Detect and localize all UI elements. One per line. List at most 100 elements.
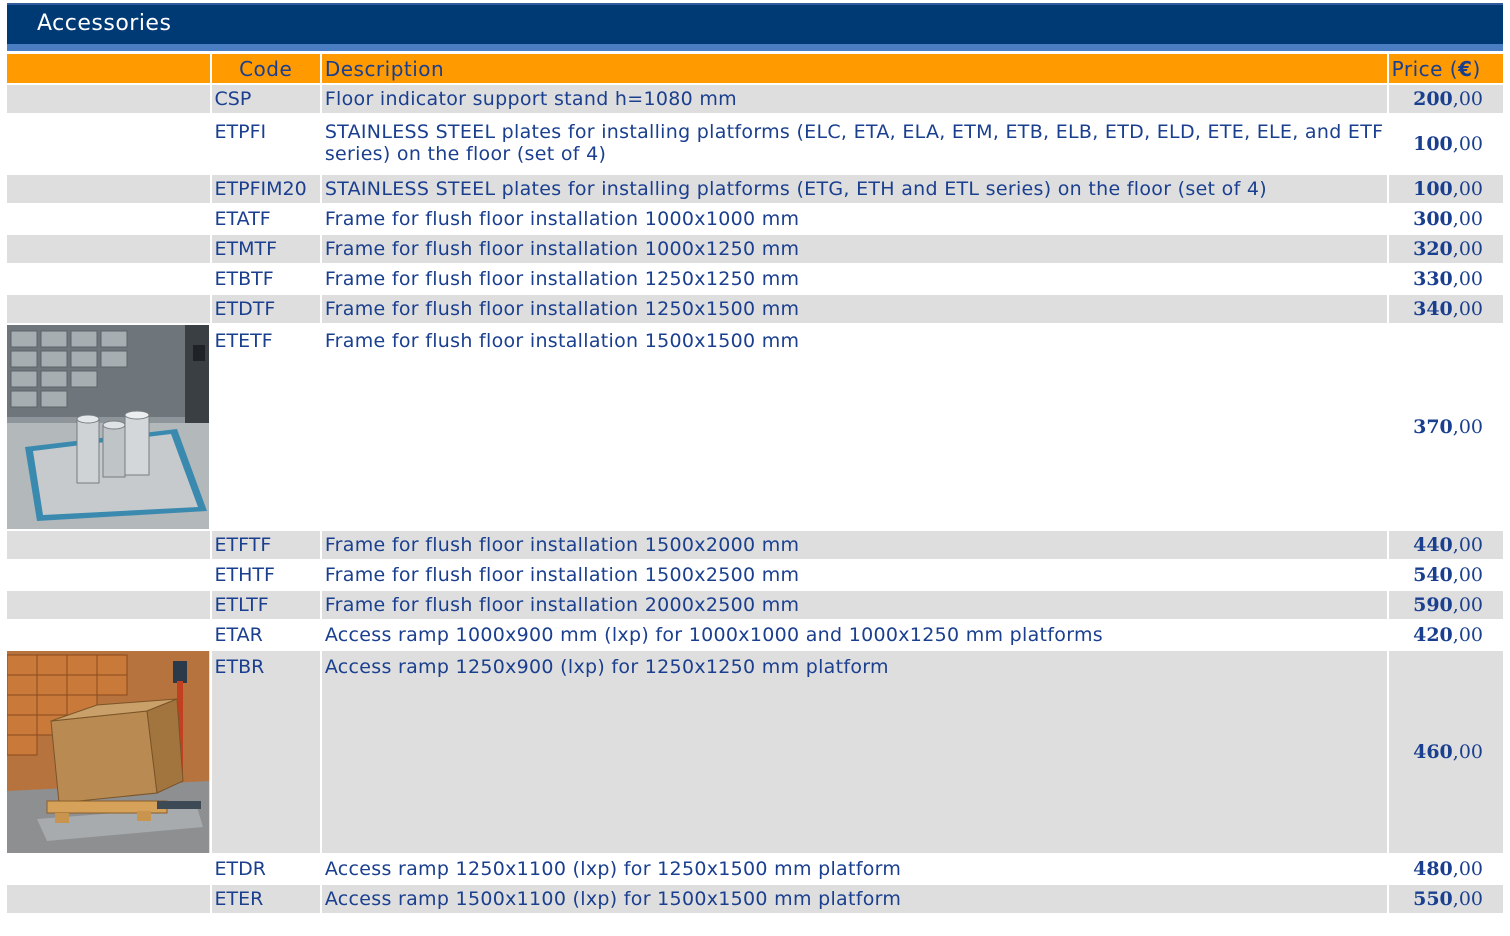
image-cell [7, 621, 210, 649]
description-cell: Frame for flush floor installation 1000x… [321, 235, 1387, 263]
code-cell: ETMTF [211, 235, 320, 263]
code-cell: ETATF [211, 205, 320, 233]
image-cell [7, 235, 210, 263]
price-integer: 440 [1413, 534, 1453, 556]
code-column-header: Code [211, 54, 320, 83]
table-row: ETLTF Frame for flush floor installation… [7, 591, 1503, 619]
price-integer: 370 [1413, 416, 1453, 438]
code-cell: ETPFIM20 [211, 175, 320, 203]
code-cell: ETLTF [211, 591, 320, 619]
price-integer: 300 [1413, 208, 1453, 230]
price-cell: 540,00 [1388, 561, 1503, 589]
header-underline-dark [7, 42, 1503, 44]
table-row: ETPFIM20 STAINLESS STEEL plates for inst… [7, 175, 1503, 203]
image-cell [7, 295, 210, 323]
price-decimal: ,00 [1452, 624, 1483, 646]
description-column-header: Description [321, 54, 1387, 83]
table-row: ETAR Access ramp 1000x900 mm (lxp) for 1… [7, 621, 1503, 649]
price-decimal: ,00 [1452, 88, 1483, 110]
price-label-close: ) [1472, 56, 1481, 81]
price-cell: 200,00 [1388, 85, 1503, 113]
table-row: ETDTF Frame for flush floor installation… [7, 295, 1503, 323]
image-cell [7, 115, 210, 173]
accessories-price-table: Code Description Price (€) CSP Floor ind… [5, 52, 1505, 915]
image-cell [7, 175, 210, 203]
price-decimal: ,00 [1452, 594, 1483, 616]
description-cell: Frame for flush floor installation 1500x… [321, 325, 1387, 529]
price-cell: 440,00 [1388, 531, 1503, 559]
price-integer: 550 [1413, 888, 1453, 910]
price-integer: 330 [1413, 268, 1453, 290]
description-cell: Access ramp 1000x900 mm (lxp) for 1000x1… [321, 621, 1387, 649]
price-cell: 590,00 [1388, 591, 1503, 619]
price-integer: 460 [1413, 741, 1453, 763]
price-decimal: ,00 [1452, 268, 1483, 290]
description-cell: STAINLESS STEEL plates for installing pl… [321, 115, 1387, 173]
price-cell: 100,00 [1388, 175, 1503, 203]
code-cell: ETER [211, 885, 320, 913]
image-cell [7, 855, 210, 883]
price-cell: 340,00 [1388, 295, 1503, 323]
price-integer: 200 [1413, 88, 1453, 110]
code-cell: ETBTF [211, 265, 320, 293]
price-integer: 590 [1413, 594, 1453, 616]
price-decimal: ,00 [1452, 298, 1483, 320]
code-cell: CSP [211, 85, 320, 113]
price-decimal: ,00 [1452, 564, 1483, 586]
table-row: ETBR Access ramp 1250x900 (lxp) for 1250… [7, 651, 1503, 853]
price-decimal: ,00 [1452, 238, 1483, 260]
price-integer: 100 [1413, 133, 1453, 155]
code-cell: ETHTF [211, 561, 320, 589]
price-decimal: ,00 [1452, 208, 1483, 230]
table-row: ETER Access ramp 1500x1100 (lxp) for 150… [7, 885, 1503, 913]
code-cell: ETBR [211, 651, 320, 853]
price-decimal: ,00 [1452, 888, 1483, 910]
image-cell [7, 561, 210, 589]
description-cell: Frame for flush floor installation 2000x… [321, 591, 1387, 619]
price-integer: 420 [1413, 624, 1453, 646]
image-cell [7, 531, 210, 559]
price-cell: 100,00 [1388, 115, 1503, 173]
price-cell: 370,00 [1388, 325, 1503, 529]
price-column-header: Price (€) [1388, 54, 1503, 83]
code-cell: ETDTF [211, 295, 320, 323]
image-cell [7, 885, 210, 913]
section-header: Accessories [7, 5, 1503, 42]
price-label: Price ( [1391, 56, 1459, 81]
description-cell: Floor indicator support stand h=1080 mm [321, 85, 1387, 113]
price-cell: 550,00 [1388, 885, 1503, 913]
price-integer: 320 [1413, 238, 1453, 260]
image-column-header [7, 54, 210, 83]
access-ramp-pallet-photo-icon [7, 651, 210, 853]
price-integer: 480 [1413, 858, 1453, 880]
description-cell: Frame for flush floor installation 1250x… [321, 265, 1387, 293]
table-row: ETATF Frame for flush floor installation… [7, 205, 1503, 233]
price-cell: 300,00 [1388, 205, 1503, 233]
table-row: ETFTF Frame for flush floor installation… [7, 531, 1503, 559]
description-cell: Access ramp 1250x900 (lxp) for 1250x1250… [321, 651, 1387, 853]
price-cell: 330,00 [1388, 265, 1503, 293]
table-row: CSP Floor indicator support stand h=1080… [7, 85, 1503, 113]
image-cell [7, 265, 210, 293]
description-cell: Frame for flush floor installation 1500x… [321, 531, 1387, 559]
price-decimal: ,00 [1452, 858, 1483, 880]
image-cell [7, 85, 210, 113]
price-decimal: ,00 [1452, 741, 1483, 763]
table-row: ETPFI STAINLESS STEEL plates for install… [7, 115, 1503, 173]
code-cell: ETPFI [211, 115, 320, 173]
description-cell: Frame for flush floor installation 1500x… [321, 561, 1387, 589]
price-cell: 320,00 [1388, 235, 1503, 263]
price-integer: 540 [1413, 564, 1453, 586]
price-integer: 100 [1413, 178, 1453, 200]
price-decimal: ,00 [1452, 416, 1483, 438]
description-cell: Access ramp 1500x1100 (lxp) for 1500x150… [321, 885, 1387, 913]
description-cell: Frame for flush floor installation 1250x… [321, 295, 1387, 323]
code-cell: ETFTF [211, 531, 320, 559]
code-cell: ETETF [211, 325, 320, 529]
table-row: ETDR Access ramp 1250x1100 (lxp) for 125… [7, 855, 1503, 883]
flush-frame-platform-photo-icon [7, 325, 210, 529]
table-row: ETHTF Frame for flush floor installation… [7, 561, 1503, 589]
price-integer: 340 [1413, 298, 1453, 320]
table-row: ETMTF Frame for flush floor installation… [7, 235, 1503, 263]
euro-icon: € [1458, 56, 1473, 81]
